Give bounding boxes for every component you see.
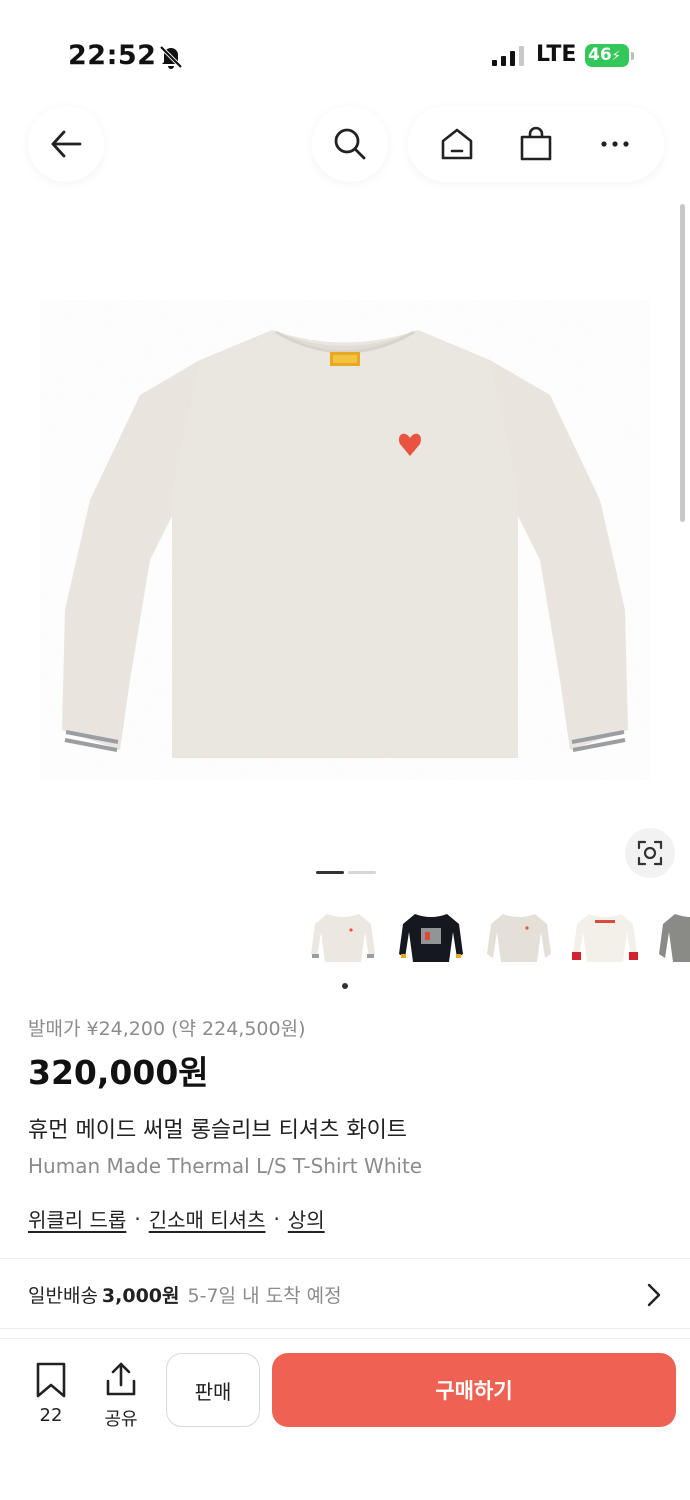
thumb-sweater-icon (399, 914, 463, 962)
chevron-right-icon (647, 1283, 661, 1307)
wishlist-button[interactable]: 22 (28, 1361, 74, 1426)
bell-muted-icon (158, 44, 184, 74)
status-time: 22:52 (68, 40, 157, 71)
status-bar: 22:52 LTE 46⚡ (0, 0, 690, 100)
tag-separator: · (273, 1206, 280, 1231)
header-action-group (408, 106, 664, 182)
scrollbar[interactable] (680, 204, 685, 522)
thumbnail-4[interactable] (569, 902, 641, 974)
buy-button[interactable]: 구매하기 (272, 1353, 676, 1427)
product-info: 발매가 ¥24,200 (약 224,500원) 320,000원 휴먼 메이드… (28, 1014, 668, 1233)
shipping-price: 3,000원 (101, 1284, 180, 1307)
product-image[interactable] (40, 300, 650, 780)
tag-longsleeve[interactable]: 긴소매 티셔츠 (149, 1204, 266, 1233)
network-type: LTE (536, 42, 577, 67)
shipping-label: 일반배송 (28, 1284, 98, 1307)
thumb-sweater-icon (487, 914, 551, 962)
shopping-bag-icon (520, 126, 552, 161)
price: 320,000원 (28, 1053, 209, 1092)
signal-icon (492, 46, 524, 66)
battery-level: 46 (588, 45, 612, 65)
thumb-sweater-icon (659, 914, 690, 962)
tag-weekly-drop[interactable]: 위클리 드롭 (28, 1204, 126, 1233)
thumbnail-3[interactable] (483, 902, 555, 974)
release-price: 발매가 ¥24,200 (약 224,500원) (28, 1018, 306, 1040)
shipping-row[interactable]: 일반배송 3,000원 5-7일 내 도착 예정 (0, 1260, 690, 1328)
slide-dot-active (316, 871, 344, 874)
more-button[interactable] (585, 114, 645, 174)
bookmark-icon (36, 1362, 66, 1398)
search-button[interactable] (312, 106, 388, 182)
thumbnail-strip[interactable] (307, 902, 690, 974)
thumbnail-page-dot (342, 983, 348, 989)
product-name-en: Human Made Thermal L/S T-Shirt White (28, 1154, 423, 1178)
thumb-sweater-icon (311, 914, 375, 962)
shipping-eta: 5-7일 내 도착 예정 (187, 1284, 342, 1307)
image-search-button[interactable] (625, 828, 675, 878)
share-button[interactable]: 공유 (96, 1361, 146, 1431)
home-icon (442, 128, 473, 160)
share-icon (106, 1362, 136, 1396)
search-icon (334, 128, 366, 160)
product-name-ko: 휴먼 메이드 써멀 롱슬리브 티셔츠 화이트 (28, 1118, 408, 1143)
lens-icon (637, 840, 663, 866)
share-label: 공유 (104, 1409, 138, 1430)
home-button[interactable] (427, 114, 487, 174)
thumb-sweater-icon (572, 914, 638, 962)
divider (0, 1328, 690, 1329)
wishlist-count: 22 (39, 1405, 63, 1426)
sell-button[interactable]: 판매 (166, 1353, 260, 1427)
battery-icon: 46⚡ (585, 44, 634, 67)
tag-tops[interactable]: 상의 (288, 1204, 325, 1233)
back-arrow-icon (51, 130, 82, 158)
tag-separator: · (134, 1206, 141, 1231)
thumbnail-2[interactable] (395, 902, 467, 974)
category-tags: 위클리 드롭 · 긴소매 티셔츠 · 상의 (28, 1204, 668, 1233)
back-button[interactable] (28, 106, 104, 182)
thumbnail-1[interactable] (307, 902, 379, 974)
more-icon (601, 141, 629, 147)
divider (0, 1258, 690, 1259)
cart-button[interactable] (506, 114, 566, 174)
slide-dot (348, 871, 376, 874)
bottom-action-bar: 22 공유 판매 구매하기 (0, 1338, 690, 1500)
slide-indicator (316, 871, 376, 874)
thumbnail-5[interactable] (655, 902, 690, 974)
